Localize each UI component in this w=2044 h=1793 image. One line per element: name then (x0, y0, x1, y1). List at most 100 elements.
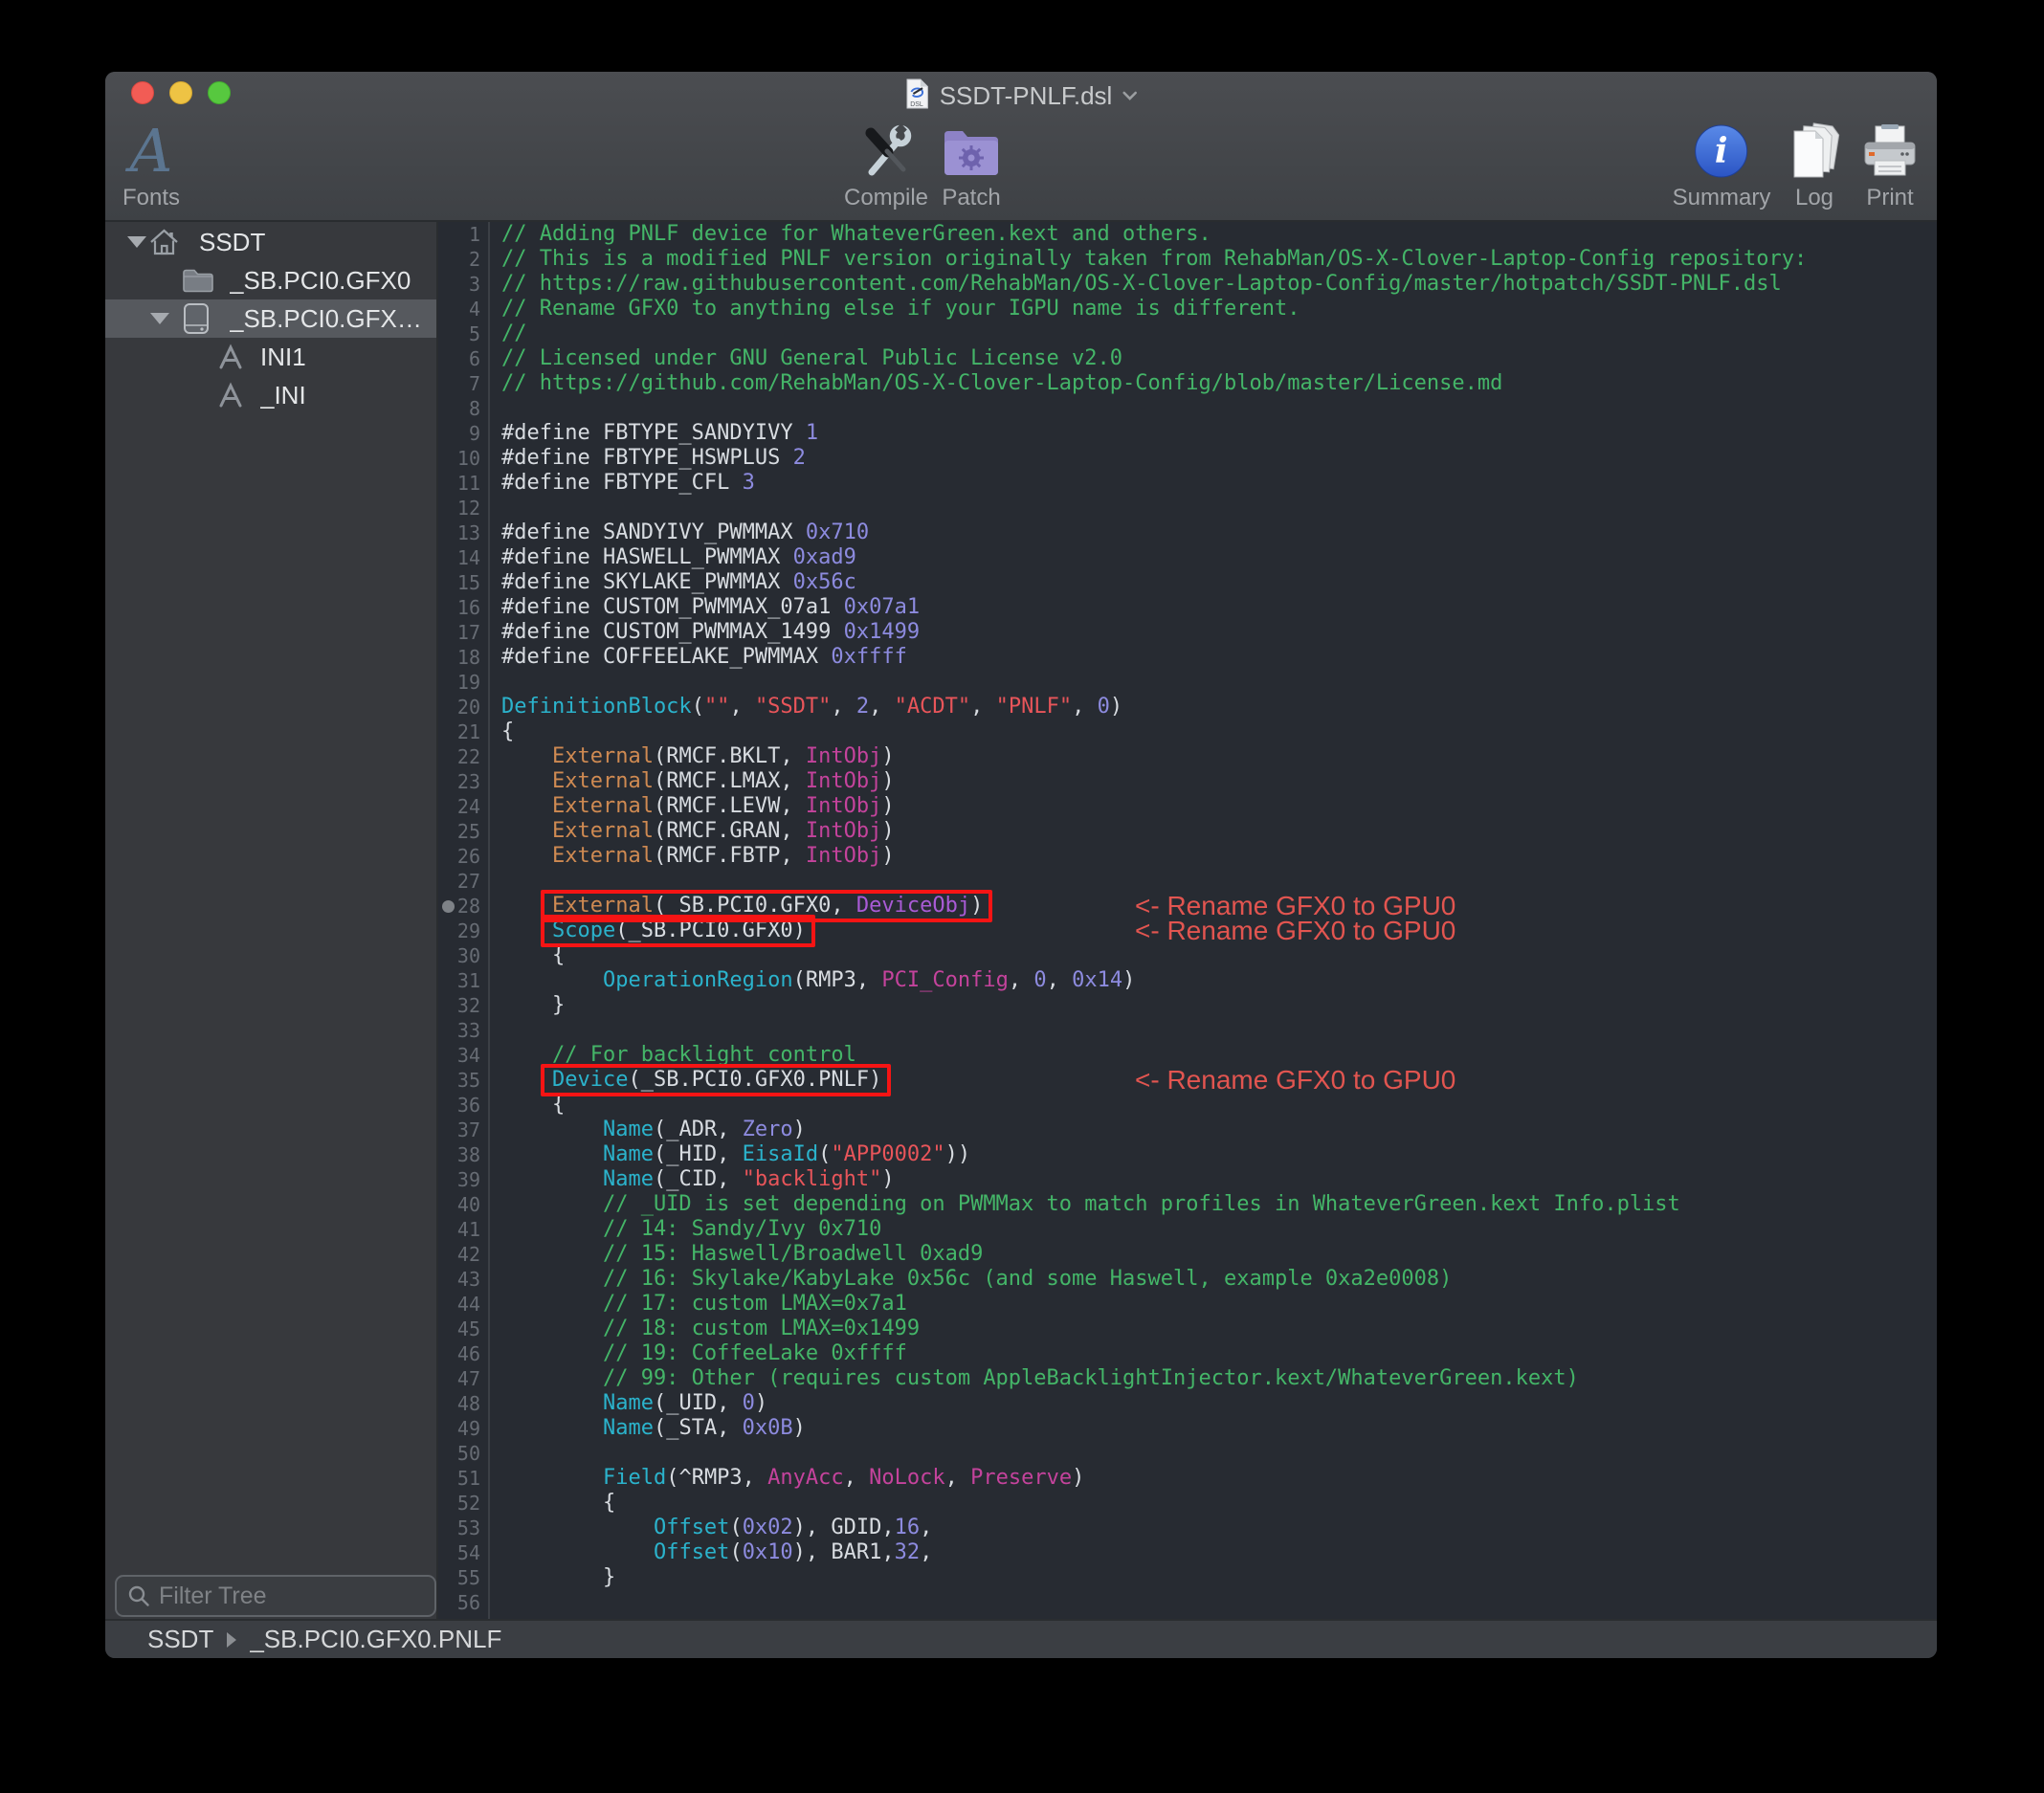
code-line[interactable]: External(RMCF.GRAN, IntObj) (501, 819, 1937, 844)
code-line[interactable] (501, 670, 1937, 695)
title-group[interactable]: DSL SSDT-PNLF.dsl (905, 78, 1138, 114)
zoom-button[interactable] (208, 81, 231, 104)
code-line[interactable]: #define FBTYPE_CFL 3 (501, 471, 1937, 496)
line-number: 20 (438, 695, 488, 719)
code-line[interactable]: External(_SB.PCI0.GFX0, DeviceObj) (501, 894, 1937, 919)
code-line[interactable]: #define FBTYPE_SANDYIVY 1 (501, 421, 1937, 446)
line-number: 18 (438, 645, 488, 670)
filter-tree-field[interactable] (115, 1575, 436, 1617)
code-line[interactable]: // This is a modified PNLF version origi… (501, 247, 1937, 272)
code-line[interactable]: External(RMCF.LEVW, IntObj) (501, 794, 1937, 819)
sidebar-item-ini1[interactable]: INI1 (105, 338, 436, 376)
code-line[interactable]: Field(^RMP3, AnyAcc, NoLock, Preserve) (501, 1466, 1937, 1491)
disclosure-triangle-icon[interactable] (150, 313, 169, 324)
sidebar-item-ini[interactable]: _INI (105, 376, 436, 414)
search-icon (126, 1583, 151, 1608)
code-line[interactable]: // 16: Skylake/KabyLake 0x56c (and some … (501, 1267, 1937, 1292)
breadcrumb-path[interactable]: _SB.PCI0.GFX0.PNLF (250, 1625, 501, 1654)
code-line[interactable] (501, 869, 1937, 894)
compile-button[interactable]: Compile (844, 120, 928, 211)
folder-icon (182, 268, 214, 300)
code-line[interactable]: External(RMCF.BKLT, IntObj) (501, 744, 1937, 769)
code-line[interactable]: Name(_HID, EisaId("APP0002")) (501, 1142, 1937, 1167)
code-line[interactable]: #define CUSTOM_PWMMAX_1499 0x1499 (501, 620, 1937, 645)
code-line[interactable]: External(RMCF.FBTP, IntObj) (501, 844, 1937, 869)
code-line[interactable]: External(RMCF.LMAX, IntObj) (501, 769, 1937, 794)
code-line[interactable]: // 17: custom LMAX=0x7a1 (501, 1292, 1937, 1317)
code-line[interactable]: // 18: custom LMAX=0x1499 (501, 1317, 1937, 1341)
compile-icon (844, 120, 928, 179)
line-number: 31 (438, 968, 488, 993)
sidebar-item-ssdt[interactable]: SSDT (105, 223, 436, 261)
line-number: 35 (438, 1068, 488, 1093)
code-area[interactable]: // Adding PNLF device for WhateverGreen.… (501, 222, 1937, 1615)
code-line[interactable]: { (501, 719, 1937, 744)
code-line[interactable] (501, 396, 1937, 421)
summary-button[interactable]: i Summary (1673, 120, 1771, 211)
code-line[interactable] (501, 496, 1937, 520)
code-line[interactable]: Name(_STA, 0x0B) (501, 1416, 1937, 1441)
line-number: 45 (438, 1317, 488, 1341)
print-button[interactable]: Print (1860, 120, 1920, 211)
code-line[interactable]: Offset(0x10), BAR1,32, (501, 1540, 1937, 1565)
patch-button[interactable]: Patch (942, 120, 1001, 211)
log-button[interactable]: Log (1787, 120, 1842, 211)
code-line[interactable]: { (501, 1491, 1937, 1516)
disclosure-triangle-icon[interactable] (127, 236, 146, 248)
line-number: 17 (438, 620, 488, 645)
code-line[interactable]: Name(_ADR, Zero) (501, 1118, 1937, 1142)
code-line[interactable]: // Adding PNLF device for WhateverGreen.… (501, 222, 1937, 247)
code-line[interactable]: OperationRegion(RMP3, PCI_Config, 0, 0x1… (501, 968, 1937, 993)
code-line[interactable]: // https://github.com/RehabMan/OS-X-Clov… (501, 371, 1937, 396)
line-number: 22 (438, 744, 488, 769)
code-line[interactable]: // Licensed under GNU General Public Lic… (501, 346, 1937, 371)
code-line[interactable]: } (501, 1565, 1937, 1590)
chevron-down-icon[interactable] (1122, 88, 1137, 105)
breadcrumb-root[interactable]: SSDT (147, 1625, 213, 1654)
code-line[interactable]: Offset(0x02), GDID,16, (501, 1516, 1937, 1540)
close-button[interactable] (131, 81, 154, 104)
fonts-button[interactable]: A Fonts (122, 120, 180, 211)
code-line[interactable]: // Rename GFX0 to anything else if your … (501, 297, 1937, 321)
code-line[interactable]: // For backlight control (501, 1043, 1937, 1068)
sidebar-item-gfx0-folder[interactable]: _SB.PCI0.GFX0 (105, 261, 436, 299)
line-number: 42 (438, 1242, 488, 1267)
code-line[interactable]: // 15: Haswell/Broadwell 0xad9 (501, 1242, 1937, 1267)
line-number: 13 (438, 520, 488, 545)
line-number: 10 (438, 446, 488, 471)
line-number: 43 (438, 1267, 488, 1292)
code-line[interactable]: // 99: Other (requires custom AppleBackl… (501, 1366, 1937, 1391)
code-line[interactable]: // 19: CoffeeLake 0xffff (501, 1341, 1937, 1366)
home-icon (148, 227, 180, 265)
code-line[interactable]: #define HASWELL_PWMMAX 0xad9 (501, 545, 1937, 570)
code-line[interactable]: #define SANDYIVY_PWMMAX 0x710 (501, 520, 1937, 545)
patch-label: Patch (942, 185, 1001, 211)
code-line[interactable]: #define FBTYPE_HSWPLUS 2 (501, 446, 1937, 471)
code-line[interactable]: { (501, 1093, 1937, 1118)
method-icon (216, 382, 245, 415)
code-line[interactable]: Scope(_SB.PCI0.GFX0) (501, 919, 1937, 943)
code-editor[interactable]: 1234567891011121314151617181920212223242… (438, 222, 1937, 1619)
code-line[interactable]: } (501, 993, 1937, 1018)
line-number: 5 (438, 321, 488, 346)
code-line[interactable]: { (501, 943, 1937, 968)
code-line[interactable]: #define SKYLAKE_PWMMAX 0x56c (501, 570, 1937, 595)
filter-tree-input[interactable] (157, 1582, 469, 1611)
sidebar-item-gfx0-device[interactable]: _SB.PCI0.GFX… (105, 299, 436, 338)
code-line[interactable]: // _UID is set depending on PWMMax to ma… (501, 1192, 1937, 1217)
code-line[interactable] (501, 1590, 1937, 1615)
code-line[interactable]: #define COFFEELAKE_PWMMAX 0xffff (501, 645, 1937, 670)
line-number: 12 (438, 496, 488, 520)
code-line[interactable]: // (501, 321, 1937, 346)
code-line[interactable]: #define CUSTOM_PWMMAX_07a1 0x07a1 (501, 595, 1937, 620)
code-line[interactable]: Device(_SB.PCI0.GFX0.PNLF) (501, 1068, 1937, 1093)
code-line[interactable] (501, 1441, 1937, 1466)
minimize-button[interactable] (169, 81, 192, 104)
code-line[interactable]: Name(_CID, "backlight") (501, 1167, 1937, 1192)
code-line[interactable] (501, 1018, 1937, 1043)
code-line[interactable]: // 14: Sandy/Ivy 0x710 (501, 1217, 1937, 1242)
line-number: 24 (438, 794, 488, 819)
code-line[interactable]: // https://raw.githubusercontent.com/Reh… (501, 272, 1937, 297)
code-line[interactable]: DefinitionBlock("", "SSDT", 2, "ACDT", "… (501, 695, 1937, 719)
code-line[interactable]: Name(_UID, 0) (501, 1391, 1937, 1416)
